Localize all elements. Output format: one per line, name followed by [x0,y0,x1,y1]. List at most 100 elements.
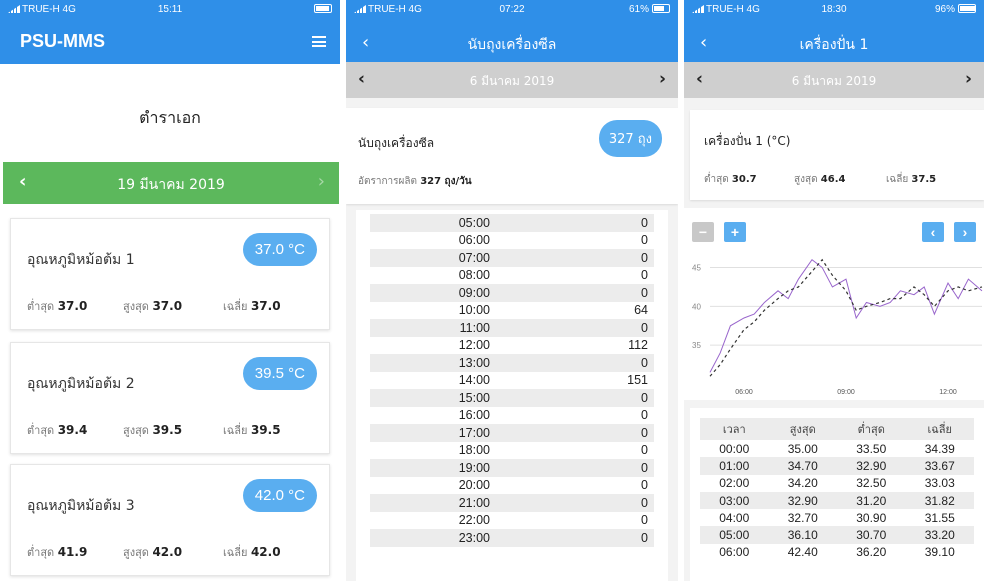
table-cell: 36.20 [856,545,887,560]
count-cell: 151 [627,373,648,388]
table-cell: 35.00 [787,441,818,456]
hour-cell: 09:00 [458,285,490,300]
y-tick-label: 40 [692,302,701,311]
app-header: TRUE-H 4G 07:22 61% ‹ นับถุงเครื่องซีล [346,0,678,62]
table-row: 06:00 42.40 36.20 39.10 [700,544,974,561]
current-date: 6 มีนาคม 2019 [791,74,877,88]
table-cell: 33.67 [924,458,955,473]
next-date-button[interactable]: › [965,69,972,89]
temperature-badge: 39.5 °C [242,357,317,390]
hour-cell: 11:00 [459,320,490,335]
count-cell: 0 [641,443,648,458]
hour-cell: 18:00 [458,443,490,458]
phone-screen-temperature: TRUE-H 4G 15:11 PSU-MMS ตำราเอก ‹ 19 มีน… [0,0,340,581]
phone-screen-bag-counter: TRUE-H 4G 07:22 61% ‹ นับถุงเครื่องซีล ‹… [346,0,678,581]
sensor-card[interactable]: อุณหภูมิหม้อต้ม 2 39.5 °C ต่ำสุด 39.4 สู… [10,342,330,454]
max-stat: สูงสุด 42.0 [123,545,183,559]
table-row: 22:00 0 [370,512,654,530]
table-row: 01:00 34.70 32.90 33.67 [700,457,974,475]
hour-cell: 20:00 [458,478,490,493]
table-row: 17:00 0 [370,424,654,442]
table-cell: 34.70 [787,458,818,473]
count-badge: 327 ถุง [598,120,662,157]
avg-stat: เฉลี่ย 37.5 [886,174,937,185]
min-stat: ต่ำสุด 39.4 [27,423,88,437]
avg-stat: เฉลี่ย 42.0 [223,545,281,559]
table-cell: 04:00 [719,510,750,525]
sensor-name: อุณหภูมิหม้อต้ม 3 [27,498,135,514]
count-cell: 0 [641,233,648,248]
max-stat: สูงสุด 39.5 [123,423,183,437]
sensor-name: อุณหภูมิหม้อต้ม 1 [27,252,135,268]
count-cell: 0 [641,390,648,405]
y-tick-label: 45 [692,264,701,273]
production-rate: อัตราการผลิต 327 ถุง/วัน [358,176,472,187]
table-row: 03:00 32.90 31.20 31.82 [700,491,974,510]
sensor-name: อุณหภูมิหม้อต้ม 2 [27,376,135,392]
table-cell: 32.70 [787,510,818,525]
hourly-stats-table: เวลา สูงสุด ต่ำสุด เฉลี่ย 00:00 35.00 33.50 34.… [690,408,984,581]
sensor-card[interactable]: อุณหภูมิหม้อต้ม 3 42.0 °C ต่ำสุด 41.9 สู… [10,464,330,576]
hour-cell: 14:00 [458,373,490,388]
table-row: 02:00 34.20 32.50 33.03 [700,475,974,492]
count-cell: 0 [641,530,648,545]
page-title: เครื่องปั่น 1 [799,37,869,53]
count-cell: 0 [641,478,648,493]
table-row: 12:00 112 [370,337,654,355]
min-stat: ต่ำสุด 41.9 [27,545,88,559]
hourly-count-table: 05:00 0 06:00 0 07:00 0 08:00 0 09:00 0 10:00 64 11:… [356,210,668,581]
hour-cell: 06:00 [458,233,490,248]
hour-cell: 23:00 [458,530,490,545]
table-row: 00:00 35.00 33.50 34.39 [700,440,974,457]
column-header: เฉลี่ย [927,423,952,436]
table-cell: 06:00 [719,545,750,560]
machine-name: เครื่องปั่น 1 (°C) [704,134,791,148]
table-cell: 33.03 [924,476,955,491]
column-header: สูงสุด [789,423,816,436]
status-bar: TRUE-H 4G 18:30 96% [684,0,984,20]
app-title: PSU-MMS [20,31,105,51]
table-cell: 31.55 [924,510,955,525]
zoom-in-button[interactable]: + [724,222,746,242]
max-stat: สูงสุด 46.4 [794,174,846,185]
page-title: ตำราเอก [139,108,201,127]
zoom-out-button[interactable]: − [692,222,714,242]
count-cell: 0 [641,355,648,370]
table-row: 06:00 0 [370,232,654,250]
next-date-button[interactable]: › [318,171,325,192]
chart-next-button[interactable]: › [954,222,976,242]
count-cell: 0 [641,268,648,283]
table-row: 15:00 0 [370,389,654,407]
table-row: 21:00 0 [370,494,654,512]
count-cell: 0 [641,285,648,300]
hour-cell: 21:00 [458,495,490,510]
avg-stat: เฉลี่ย 37.0 [223,299,281,313]
table-row: 09:00 0 [370,284,654,302]
table-cell: 34.20 [787,476,818,491]
table-cell: 34.39 [924,441,955,456]
table-cell: 33.50 [856,441,887,456]
hour-cell: 19:00 [458,460,490,475]
sensor-card[interactable]: อุณหภูมิหม้อต้ม 1 37.0 °C ต่ำสุด 37.0 สู… [10,218,330,330]
series-line-dashed [709,258,983,377]
count-cell: 0 [641,460,648,475]
count-cell: 0 [641,250,648,265]
count-cell: 0 [641,408,648,423]
hour-cell: 12:00 [458,338,490,353]
max-stat: สูงสุด 37.0 [123,299,183,313]
table-row: 13:00 0 [370,354,654,372]
table-cell: 01:00 [719,458,750,473]
hour-cell: 22:00 [458,513,490,528]
chart-prev-button[interactable]: ‹ [922,222,944,242]
table-cell: 42.40 [787,545,818,560]
status-bar: TRUE-H 4G 15:11 [0,0,340,20]
column-header: เวลา [722,423,746,436]
table-cell: 39.10 [924,545,955,560]
table-cell: 05:00 [719,528,750,543]
menu-icon[interactable] [312,36,326,47]
next-date-button[interactable]: › [659,69,666,89]
battery-icon [314,4,332,13]
table-cell: 32.90 [787,493,818,508]
table-row: 07:00 0 [370,249,654,267]
temperature-badge: 37.0 °C [242,233,317,266]
